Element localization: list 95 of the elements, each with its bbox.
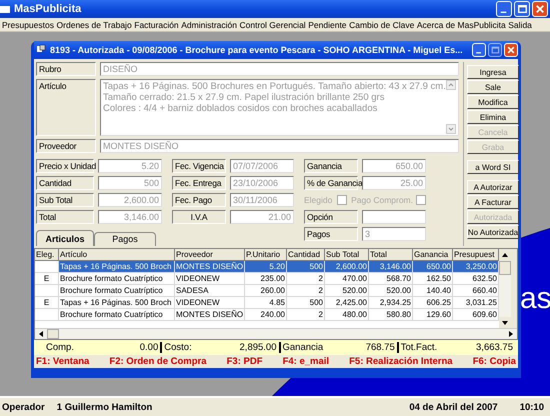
shortcut-hint: F1: Ventana: [36, 356, 90, 367]
scroll-right-icon[interactable]: [507, 330, 515, 338]
minimize-icon: [476, 52, 481, 54]
close-button[interactable]: [504, 43, 518, 57]
table-cell: 240.00: [245, 309, 287, 321]
table-cell: 2: [287, 309, 325, 321]
scroll-down-icon[interactable]: [499, 317, 511, 328]
tab[interactable]: Pagos: [94, 232, 156, 246]
minimize-button[interactable]: [472, 43, 486, 57]
button[interactable]: No Autorizada: [466, 225, 520, 239]
menu-item[interactable]: Cambio de Clave: [349, 20, 414, 30]
total-value: 2,895.00: [240, 342, 276, 353]
minimize-icon: [500, 12, 506, 13]
checkbox-label: Elegido: [304, 195, 332, 205]
table-cell: 580.80: [369, 309, 413, 321]
status-text: 1 Guillermo Hamilton: [56, 402, 152, 412]
maximize-icon: [492, 46, 500, 54]
button[interactable]: A Autorizar: [466, 180, 520, 194]
text-line: Tamaño cerrado: 21.5 x 27.9 cm. Papel ilustración brillante 250 grs: [103, 92, 386, 103]
shortcut-hint: F5: Realización Interna: [349, 356, 453, 367]
table-row[interactable]: Brochure formato Cuatríptico SADESA 260.00 2 520.00 520.00 140.40 660.40: [35, 285, 499, 297]
app-icon: [0, 6, 10, 12]
field-label: Ganancia: [304, 159, 358, 173]
tab[interactable]: Articulos: [36, 230, 94, 246]
total-value: 3,663.75: [476, 342, 513, 353]
table-cell: 129.60: [413, 309, 453, 321]
button[interactable]: a Word SI: [466, 160, 520, 174]
app-title: MasPublicita: [14, 3, 82, 15]
field-label: Precio x Unidad: [36, 159, 94, 173]
field-label: Fec. Entrega: [172, 176, 226, 190]
total-label: Comp.: [46, 342, 74, 353]
shortcut-hint: F3: PDF: [226, 356, 262, 367]
field-label: Sub Total: [36, 193, 94, 207]
button[interactable]: Sale: [466, 80, 520, 94]
field-label: Proveedor: [36, 139, 96, 153]
status-text: 04 de Abril del 2007: [409, 402, 498, 412]
scroll-left-icon[interactable]: [37, 330, 45, 338]
horizontal-scrollbar[interactable]: [35, 328, 517, 339]
vertical-scrollbar[interactable]: [499, 261, 511, 328]
table-row[interactable]: Brochure formato Cuatríptico MONTES DISEÑO 240.00 2 480.00 580.80 129.60 609.60: [35, 309, 499, 321]
total-label: Costo:: [164, 342, 192, 353]
close-button[interactable]: [532, 1, 548, 17]
table-row[interactable]: Tapas + 16 Páginas. 500 Broch MONTES DISEÑO 5.20 500 2,600.00 3,146.00 650.00 3,250.00: [35, 261, 499, 273]
table-row[interactable]: E Brochure formato Cuatríptico VIDEONEW 235.00 2 470.00 568.70 162.50 632.50: [35, 273, 499, 285]
menu-item[interactable]: Administración: [181, 20, 237, 30]
table-cell: MONTES DISEÑO: [175, 309, 245, 321]
status-text: 10:10: [520, 402, 544, 412]
text-line: Colores : 4/4 + barniz doblados cosidos con broches acaballados: [103, 103, 378, 114]
table-cell: Brochure formato Cuatríptico: [59, 309, 175, 321]
field-label: Pagos: [304, 227, 358, 241]
total-label: Tot.Fact.: [400, 342, 438, 353]
table-cell: 480.00: [325, 309, 369, 321]
field-label: Cantidad: [36, 176, 94, 190]
shortcut-hint: F6: Copia: [472, 356, 516, 367]
total-label: Ganancia: [282, 342, 324, 353]
status-text: Operador: [2, 402, 45, 412]
scrollbar-thumb[interactable]: [499, 261, 511, 275]
checkbox-label: Pago Comprom.: [351, 195, 413, 205]
window-title: 8193 - Autorizada - 09/08/2006 - Brochure para evento Pescara - SOHO ARGENTINA - Miguel Es...: [50, 45, 464, 55]
field-label: Fec. Vigencia: [172, 159, 226, 173]
button[interactable]: Modifica: [466, 95, 520, 109]
total-value: 768.75: [366, 342, 395, 353]
text-field[interactable]: [362, 210, 426, 224]
menu-item[interactable]: Salida: [508, 20, 532, 30]
menu-item[interactable]: Presupuestos: [2, 20, 54, 30]
minimize-button[interactable]: [496, 1, 512, 17]
close-icon: [536, 4, 544, 14]
table-row[interactable]: E Tapas + 16 Páginas. 500 Broch VIDEONEW 4.85 500 2,425.00 2,934.25 606.25 3,031.25: [35, 297, 499, 309]
total-value: 0.00: [140, 342, 158, 353]
maximize-button[interactable]: [488, 43, 502, 57]
menu-item[interactable]: Control Gerencial: [240, 20, 306, 30]
button[interactable]: Elimina: [466, 110, 520, 124]
scrollbar-thumb[interactable]: [47, 329, 59, 339]
field-label: Artículo: [36, 79, 96, 136]
button[interactable]: Ingresa: [466, 65, 520, 79]
scrollbar[interactable]: [446, 80, 456, 134]
table-cell: [35, 309, 59, 321]
field-label: Fec. Pago: [172, 193, 226, 207]
field-label: Opción: [304, 210, 358, 224]
close-icon: [507, 46, 515, 54]
menu-item[interactable]: Acerca de MasPublicita: [416, 20, 506, 30]
menu-item[interactable]: Pendiente: [308, 20, 347, 30]
maximize-button[interactable]: [514, 1, 530, 17]
menu-item[interactable]: Ordenes de Trabajo: [56, 20, 132, 30]
shortcut-hint: F2: Orden de Compra: [109, 356, 207, 367]
table-cell: [35, 261, 59, 273]
field-label: I.V.A: [172, 210, 226, 224]
field-label: Total: [36, 210, 94, 224]
field-label: Rubro: [36, 62, 96, 76]
button[interactable]: A Facturar: [466, 195, 520, 209]
menu-item[interactable]: Facturación: [134, 20, 179, 30]
text-line: Tapas + 16 Páginas. 500 Brochures en Portugués. Tamaño abierto: 43 x 27.9 cm.: [103, 81, 446, 92]
text-area[interactable]: [100, 79, 459, 136]
maximize-icon: [518, 5, 527, 13]
shortcut-hint: F4: e_mail: [282, 356, 330, 367]
